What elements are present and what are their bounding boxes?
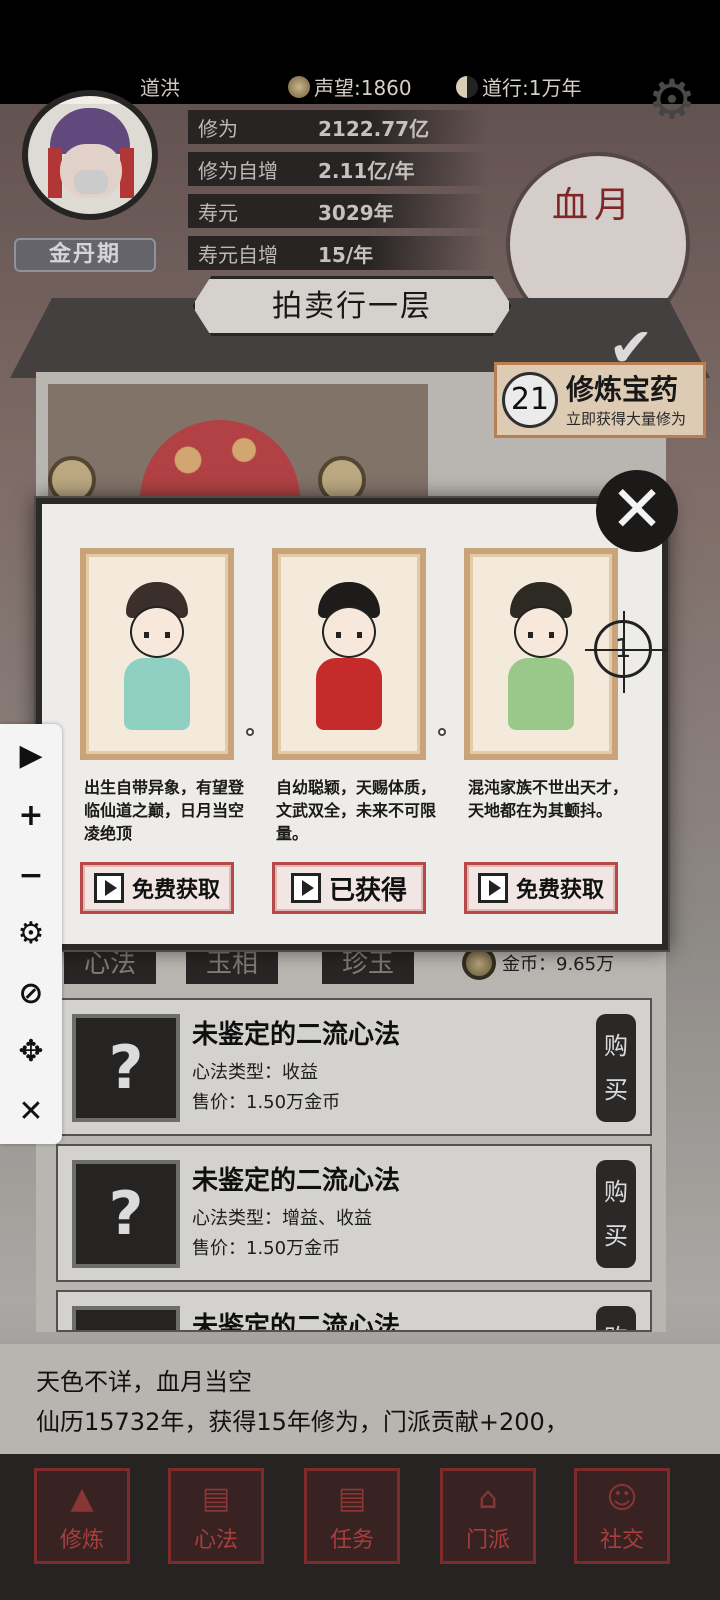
eye-off-icon[interactable]: ⊘ — [0, 964, 62, 1024]
play-icon[interactable]: ▶ — [0, 726, 62, 786]
plus-icon[interactable]: + — [0, 786, 62, 846]
character-portrait — [304, 576, 394, 736]
player-name: 道洪 — [140, 76, 180, 100]
reputation-icon — [288, 75, 310, 98]
play-icon — [477, 873, 508, 903]
play-icon — [93, 873, 124, 903]
separator-dot — [246, 728, 254, 736]
character-portrait — [496, 576, 586, 736]
character-card-2[interactable] — [272, 548, 426, 760]
reputation-text: 声望:1860 — [314, 76, 412, 100]
card-description: 出生自带异象，有望登临仙道之巅，日月当空凌绝顶 — [84, 778, 245, 843]
play-icon — [290, 873, 321, 903]
target-marker: 1 — [585, 611, 667, 693]
card-description: 混沌家族不世出天才，天地都在为其颤抖。 — [468, 778, 629, 820]
separator-dot — [438, 728, 446, 736]
close-icon[interactable]: ✕ — [0, 1082, 62, 1142]
reputation-display: 声望:1860 — [288, 72, 412, 101]
card-description: 自幼聪颖，天赐体质，文武双全，未来不可限量。 — [276, 778, 437, 843]
minus-icon[interactable]: − — [0, 846, 62, 906]
yin-yang-icon — [456, 75, 478, 98]
move-icon[interactable]: ✥ — [0, 1022, 62, 1082]
close-icon[interactable]: ✕ — [596, 470, 678, 552]
dao-practice-text: 道行:1万年 — [482, 76, 582, 100]
character-portrait — [112, 576, 202, 736]
dao-practice-display: 道行:1万年 — [456, 72, 581, 101]
obtained-button[interactable]: 已获得 — [272, 862, 426, 914]
free-get-button[interactable]: 免费获取 — [80, 862, 234, 914]
character-card-1[interactable] — [80, 548, 234, 760]
free-get-button[interactable]: 免费获取 — [464, 862, 618, 914]
gear-icon[interactable]: ⚙ — [0, 904, 62, 964]
